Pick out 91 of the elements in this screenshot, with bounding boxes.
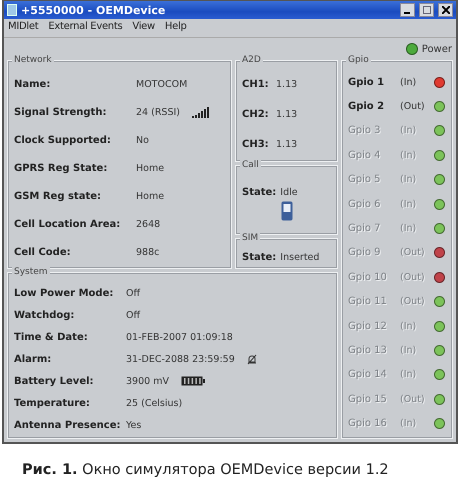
- field-value: Home: [136, 190, 164, 202]
- channel-value: 1.13: [276, 108, 298, 120]
- gpio-direction: (In): [400, 369, 418, 380]
- phone-icon: [280, 200, 292, 220]
- menu-item[interactable]: Help: [164, 21, 187, 35]
- gpio-name: Gpio 9: [348, 247, 382, 258]
- gpio-name: Gpio 6: [348, 198, 382, 210]
- gpio-direction: (In): [400, 198, 418, 210]
- field-label: Alarm:: [14, 354, 52, 364]
- field-label: Cell Location Area:: [14, 218, 122, 230]
- channel-label: CH3:: [242, 138, 270, 150]
- gpio-direction: (Out): [400, 272, 426, 283]
- menu-item[interactable]: External Events: [48, 21, 122, 35]
- field-value: Idle: [280, 186, 298, 198]
- gpio-direction: (Out): [400, 296, 426, 308]
- channel-label: CH1:: [242, 79, 270, 90]
- field-value: Inserted: [280, 252, 320, 262]
- gpio-direction: (In): [400, 418, 418, 430]
- figure-caption: Рис. 1. Окно симулятора OEMDevice версии 1.2: [21, 461, 390, 478]
- menu-item[interactable]: View: [132, 21, 155, 35]
- field-label: GPRS Reg State:: [14, 162, 108, 174]
- gpio-name: Gpio 11: [348, 296, 388, 308]
- field-value: Home: [136, 162, 164, 174]
- gpio-direction: (Out): [400, 394, 426, 405]
- field-label: Temperature:: [14, 398, 91, 408]
- gpio-name: Gpio 7: [348, 223, 382, 234]
- field-label: Battery Level:: [14, 376, 95, 386]
- field-value: 988c: [136, 246, 160, 258]
- gpio-direction: (In): [400, 150, 418, 161]
- field-label: GSM Reg state:: [14, 190, 102, 202]
- field-value: Off: [126, 310, 140, 320]
- gpio-name: Gpio 4: [348, 150, 382, 161]
- gpio-name: Gpio 5: [348, 174, 382, 186]
- group-title: System: [12, 267, 50, 277]
- field-value: Off: [126, 288, 140, 298]
- field-value: 25 (Celsius): [126, 398, 182, 408]
- field-value: Yes: [126, 420, 142, 430]
- menu-item[interactable]: MIDlet: [8, 21, 38, 35]
- gpio-name: Gpio 3: [348, 125, 382, 136]
- gpio-name: Gpio 1: [348, 76, 386, 88]
- bell-off-icon: [246, 354, 257, 364]
- gpio-name: Gpio 2: [348, 101, 386, 112]
- gpio-name: Gpio 14: [348, 369, 388, 380]
- battery-icon: [180, 376, 205, 386]
- window-title: +5550000 - OEMDevice: [21, 4, 166, 16]
- field-value: 3900 mV: [126, 376, 169, 386]
- gpio-direction: (Out): [400, 101, 426, 112]
- gpio-direction: (Out): [400, 247, 426, 258]
- gpio-name: Gpio 15: [348, 394, 388, 405]
- maximize-icon: [422, 6, 430, 14]
- channel-label: CH2:: [242, 108, 270, 120]
- field-value: 24 (RSSI): [136, 106, 180, 118]
- field-label: Clock Supported:: [14, 134, 112, 146]
- channel-value: 1.13: [276, 138, 298, 150]
- close-icon: [442, 6, 450, 14]
- field-label: Watchdog:: [14, 310, 76, 320]
- gpio-direction: (In): [400, 344, 418, 356]
- field-label: State:: [242, 186, 276, 198]
- minimize-button[interactable]: [400, 3, 415, 17]
- gpio-direction: (In): [400, 125, 418, 136]
- group-title: Call: [240, 160, 261, 170]
- group-title: Network: [12, 55, 54, 65]
- field-label: Name:: [14, 78, 52, 90]
- group-title: A2D: [240, 55, 263, 65]
- signal-bars-icon: [192, 106, 210, 118]
- gpio-name: Gpio 16: [348, 418, 388, 430]
- channel-value: 1.13: [276, 79, 298, 90]
- field-label: Cell Code:: [14, 246, 72, 258]
- close-button[interactable]: [438, 3, 453, 17]
- gpio-name: Gpio 10: [348, 272, 388, 283]
- field-label: Signal Strength:: [14, 106, 108, 118]
- field-label: Time & Date:: [14, 332, 89, 342]
- gpio-direction: (In): [400, 174, 418, 186]
- gpio-name: Gpio 12: [348, 320, 388, 332]
- field-value: 31-DEC-2088 23:59:59: [126, 354, 235, 364]
- field-label: Antenna Presence:: [14, 420, 122, 430]
- gpio-direction: (In): [400, 320, 418, 332]
- field-value: 01-FEB-2007 01:09:18: [126, 332, 233, 342]
- power-label: Power: [422, 44, 452, 54]
- field-value: No: [136, 134, 149, 146]
- gpio-direction: (In): [400, 76, 418, 88]
- field-label: State:: [242, 252, 276, 262]
- group-title: Gpio: [346, 55, 371, 65]
- maximize-button[interactable]: [419, 3, 434, 17]
- field-value: 2648: [136, 218, 160, 230]
- gpio-direction: (In): [400, 223, 418, 234]
- app-icon: [7, 4, 17, 16]
- field-value: MOTOCOM: [136, 78, 188, 90]
- field-label: Low Power Mode:: [14, 288, 114, 298]
- gpio-name: Gpio 13: [348, 344, 388, 356]
- group-title: SIM: [240, 233, 260, 243]
